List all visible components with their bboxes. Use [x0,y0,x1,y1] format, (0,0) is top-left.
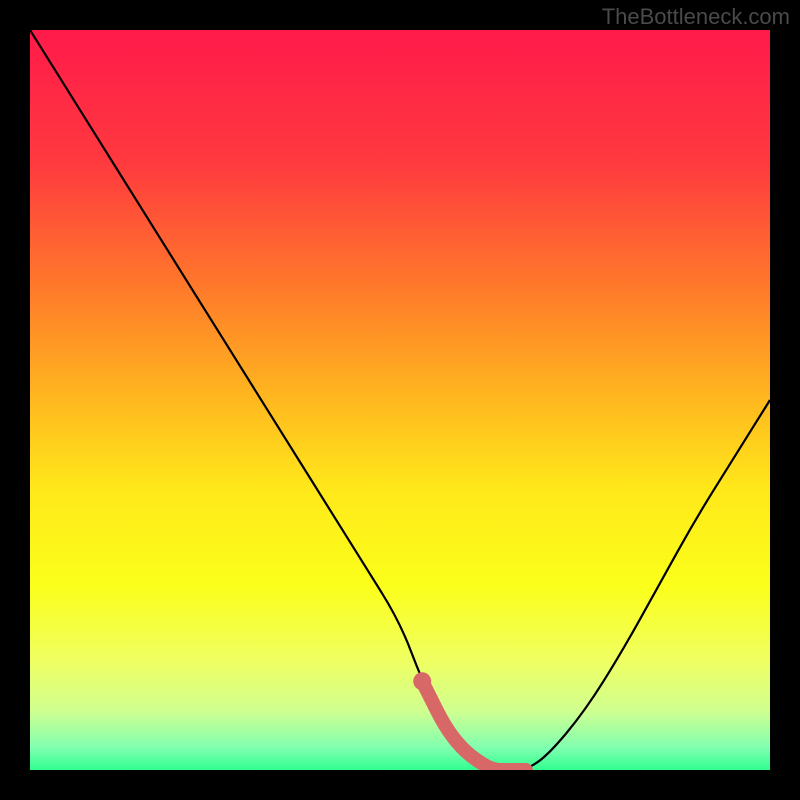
watermark-text: TheBottleneck.com [602,4,790,30]
highlight-dot [413,672,431,690]
chart-plot-area [30,30,770,770]
bottleneck-curve [30,30,770,770]
highlight-segment [422,681,526,770]
curve-layer [30,30,770,770]
